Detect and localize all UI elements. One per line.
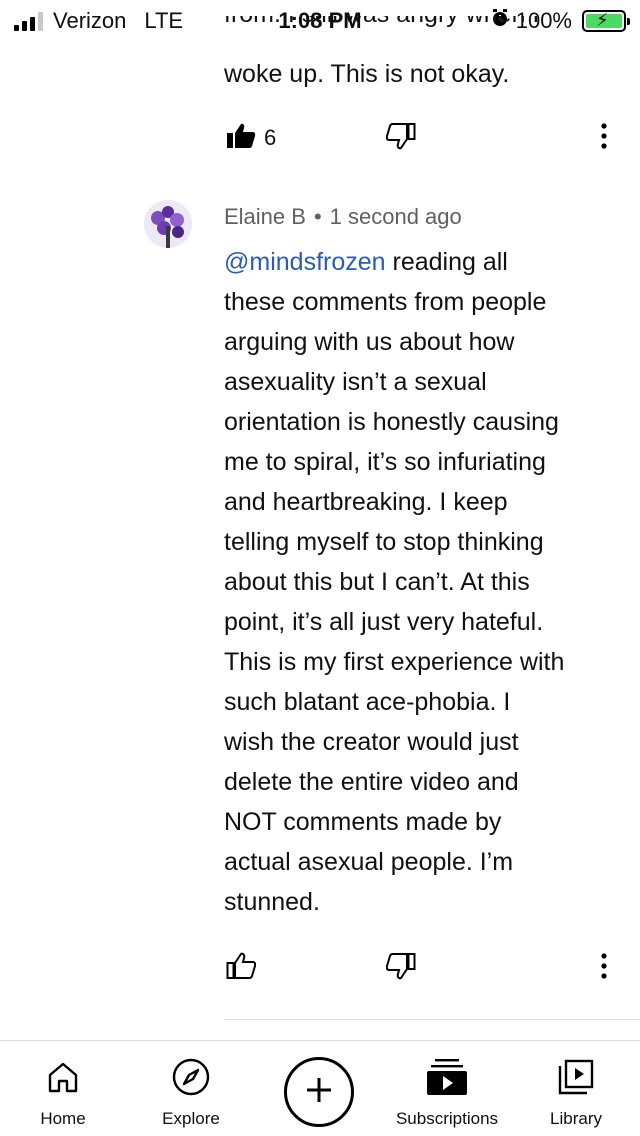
comment-actions (224, 946, 624, 990)
nav-explore-label: Explore (162, 1109, 220, 1128)
thumbs-down-icon (385, 952, 416, 985)
bottom-navigation: Home Explore Subscriptions Library (0, 1040, 640, 1136)
comment-line: wish the creator would just (224, 728, 519, 756)
mention-link[interactable]: @mindsfrozen (224, 248, 386, 276)
comment-line: actual asexual people. I’m (224, 848, 514, 876)
more-options-button[interactable] (594, 121, 614, 155)
nav-subscriptions[interactable]: Subscriptions (388, 1055, 506, 1129)
dislike-button[interactable] (384, 951, 418, 985)
avatar[interactable] (144, 200, 192, 248)
more-vertical-icon (601, 122, 607, 154)
thumbs-up-filled-icon (226, 122, 256, 155)
nav-home[interactable]: Home (28, 1055, 98, 1129)
meta-separator: • (313, 204, 322, 229)
comment-line: delete the entire video and (224, 768, 519, 796)
like-button[interactable] (224, 951, 258, 985)
create-button[interactable] (284, 1057, 354, 1127)
comment-line: arguing with us about how (224, 328, 515, 356)
previous-comment-last-line: woke up. This is not okay. (224, 60, 510, 88)
comment-line: telling myself to stop thinking (224, 528, 544, 556)
divider (224, 1019, 640, 1020)
comment-line: NOT comments made by (224, 808, 502, 836)
comment-line: orientation is honestly causing (224, 408, 559, 436)
thumbs-down-icon (385, 122, 416, 155)
nav-explore[interactable]: Explore (150, 1055, 232, 1129)
nav-subscriptions-label: Subscriptions (395, 1109, 499, 1128)
home-icon (28, 1055, 98, 1099)
dislike-button[interactable] (384, 121, 418, 155)
comment-time: 1 second ago (329, 204, 462, 229)
library-icon (540, 1055, 612, 1099)
comment-line: @mindsfrozen reading all (224, 248, 508, 276)
plus-icon (304, 1075, 334, 1110)
more-vertical-icon (601, 952, 607, 984)
comment-line: these comments from people (224, 288, 547, 316)
nav-library[interactable]: Library (540, 1055, 612, 1129)
comment-text: @mindsfrozen reading all these comments … (224, 242, 619, 922)
comment-line: stunned. (224, 888, 320, 916)
like-button[interactable] (224, 121, 258, 155)
nav-home-label: Home (40, 1109, 86, 1128)
thumbs-up-outline-icon (226, 952, 257, 985)
comment-line: This is my first experience with (224, 648, 565, 676)
subscriptions-icon (388, 1055, 506, 1099)
compass-icon (150, 1055, 232, 1099)
more-options-button[interactable] (594, 951, 614, 985)
comment-line: me to spiral, it’s so infuriating (224, 448, 546, 476)
comment-line: such blatant ace-phobia. I (224, 688, 511, 716)
previous-comment-cut-line: from. I still was angry when I (224, 16, 614, 48)
like-count: 6 (264, 125, 277, 150)
comment-line: about this but I can’t. At this (224, 568, 530, 596)
comment-author[interactable]: Elaine B (224, 204, 306, 229)
comment-line: point, it’s all just very hateful. (224, 608, 544, 636)
previous-comment-actions: 6 (224, 116, 624, 160)
comment-line: asexuality isn’t a sexual (224, 368, 487, 396)
nav-library-label: Library (550, 1109, 602, 1128)
comment-meta: Elaine B • 1 second ago (224, 204, 462, 230)
comment-line: and heartbreaking. I keep (224, 488, 508, 516)
